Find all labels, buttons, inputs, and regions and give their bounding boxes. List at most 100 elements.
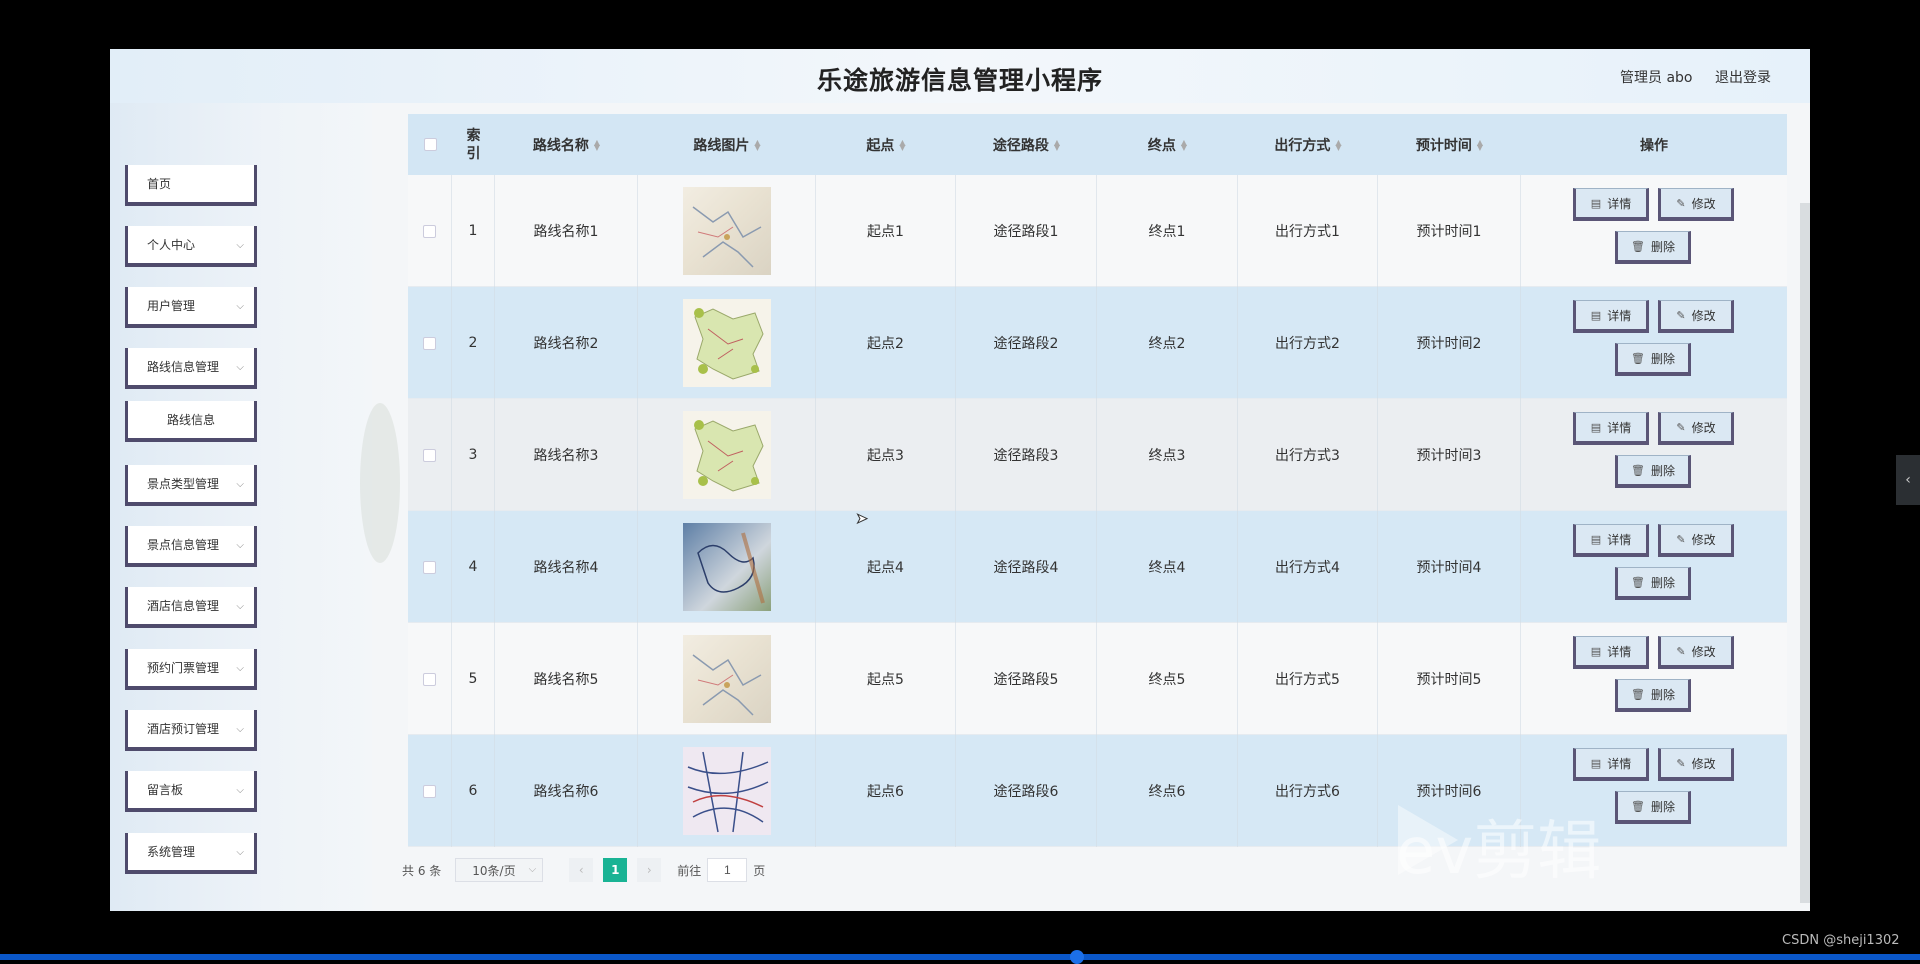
detail-button[interactable]: ▤ 详情 xyxy=(1573,748,1649,781)
delete-button[interactable]: 🗑 删除 xyxy=(1615,567,1691,600)
document-icon: ▤ xyxy=(1590,756,1602,770)
table-header: 索引 路线名称 ▲ ▼ 路线图片 ▲ ▼ 起点 ▲ ▼ 途径路段 ▲ ▼ 终点 ▲ ▼ 出行方式 ▲ ▼… xyxy=(408,114,1787,175)
route-map-thumbnail[interactable] xyxy=(682,635,771,723)
row-checkbox[interactable] xyxy=(423,224,436,238)
chevron-down-icon: ⌵ xyxy=(236,601,244,612)
row-checkbox[interactable] xyxy=(423,448,436,462)
pencil-icon: ✎ xyxy=(1676,420,1686,434)
row-checkbox[interactable] xyxy=(423,560,436,574)
progress-handle[interactable] xyxy=(1070,950,1084,964)
sidebar-item-scenic-types[interactable]: 景点类型管理 ⌵ xyxy=(125,465,257,506)
column-header[interactable]: 出行方式 ▲ ▼ xyxy=(1238,114,1378,175)
sidebar-item-label: 酒店信息管理 xyxy=(147,599,220,613)
delete-button[interactable]: 🗑 删除 xyxy=(1615,791,1691,824)
via-cell: 途径路段2 xyxy=(956,287,1097,399)
delete-button[interactable]: 🗑 删除 xyxy=(1615,231,1691,264)
row-select-cell xyxy=(408,735,452,847)
sort-icon[interactable]: ▲ ▼ xyxy=(594,138,600,151)
sidebar-item-hotel-booking[interactable]: 酒店预订管理 ⌵ xyxy=(125,710,257,751)
goto-page-input[interactable] xyxy=(707,858,748,882)
chevron-down-icon: ⌵ xyxy=(236,240,244,251)
time-cell: 预计时间4 xyxy=(1378,511,1521,623)
delete-button[interactable]: 🗑 删除 xyxy=(1615,455,1691,488)
credit-watermark: CSDN @sheji1302 xyxy=(1782,933,1900,948)
edit-button[interactable]: ✎ 修改 xyxy=(1658,188,1734,221)
detail-button[interactable]: ▤ 详情 xyxy=(1573,636,1649,669)
page-number-current[interactable]: 1 xyxy=(603,858,628,882)
sort-icon[interactable]: ▲ ▼ xyxy=(1181,138,1187,151)
mode-cell: 出行方式5 xyxy=(1238,623,1378,735)
video-progress-bar[interactable] xyxy=(0,954,1920,960)
detail-button[interactable]: ▤ 详情 xyxy=(1573,524,1649,557)
table-row: 2 路线名称2 起点2 途径路段2 终点2 出行方式2 预计时间2 ▤ 详情 ✎ 修… xyxy=(408,287,1787,399)
column-header: 索引 xyxy=(452,114,495,175)
select-all-checkbox[interactable] xyxy=(423,138,437,151)
table-row: 4 路线名称4 起点4 途径路段4 终点4 出行方式4 预计时间4 ▤ 详情 ✎ 修… xyxy=(408,511,1787,623)
row-select-cell xyxy=(408,287,452,399)
next-page-button[interactable]: › xyxy=(637,858,662,882)
detail-button[interactable]: ▤ 详情 xyxy=(1573,188,1649,221)
sidebar-item-ticket-booking[interactable]: 预约门票管理 ⌵ xyxy=(125,649,257,690)
edit-button[interactable]: ✎ 修改 xyxy=(1658,636,1734,669)
sort-icon[interactable]: ▲ ▼ xyxy=(899,138,905,151)
sort-icon[interactable]: ▲ ▼ xyxy=(1335,138,1341,151)
sidebar-item-users[interactable]: 用户管理 ⌵ xyxy=(125,287,257,328)
delete-button[interactable]: 🗑 删除 xyxy=(1615,679,1691,712)
route-image-cell xyxy=(638,287,816,399)
mouse-cursor-icon: ➤ xyxy=(856,511,869,528)
sort-icon[interactable]: ▲ ▼ xyxy=(1054,138,1060,151)
sidebar-item-label: 路线信息 xyxy=(166,413,215,427)
detail-button[interactable]: ▤ 详情 xyxy=(1573,412,1649,445)
column-header[interactable]: 终点 ▲ ▼ xyxy=(1097,114,1238,175)
delete-button[interactable]: 🗑 删除 xyxy=(1615,343,1691,376)
edit-button[interactable]: ✎ 修改 xyxy=(1658,748,1734,781)
sidebar-item-profile[interactable]: 个人中心 ⌵ xyxy=(125,226,257,267)
route-name-cell: 路线名称6 xyxy=(495,735,638,847)
chevron-down-icon: ⌵ xyxy=(236,301,244,312)
vertical-scrollbar[interactable] xyxy=(1800,203,1810,903)
index-cell: 3 xyxy=(452,399,495,511)
chevron-right-icon: › xyxy=(646,863,652,877)
via-cell: 途径路段6 xyxy=(956,735,1097,847)
column-header[interactable]: 路线名称 ▲ ▼ xyxy=(495,114,638,175)
edit-button[interactable]: ✎ 修改 xyxy=(1658,524,1734,557)
detail-button[interactable]: ▤ 详情 xyxy=(1573,300,1649,333)
column-header-label: 索引 xyxy=(466,127,481,162)
column-header[interactable]: 起点 ▲ ▼ xyxy=(816,114,956,175)
route-map-thumbnail[interactable] xyxy=(682,299,771,387)
row-checkbox[interactable] xyxy=(423,336,436,350)
page-size-select[interactable]: 10条/页 ⌵ xyxy=(455,858,544,882)
trash-icon: 🗑 xyxy=(1631,239,1645,253)
sidebar-subitem-route-info[interactable]: 路线信息 xyxy=(125,401,257,442)
row-checkbox[interactable] xyxy=(423,784,436,798)
column-header-label: 路线图片 xyxy=(693,137,750,154)
logout-link[interactable]: 退出登录 xyxy=(1715,67,1771,87)
column-header-label: 出行方式 xyxy=(1274,137,1331,154)
edit-button[interactable]: ✎ 修改 xyxy=(1658,300,1734,333)
sidebar-item-routes[interactable]: 路线信息管理 ⌵ xyxy=(125,348,257,389)
column-header[interactable]: 途径路段 ▲ ▼ xyxy=(956,114,1097,175)
route-map-thumbnail[interactable] xyxy=(682,523,771,611)
sidebar-item-hotel-info[interactable]: 酒店信息管理 ⌵ xyxy=(125,587,257,628)
row-checkbox[interactable] xyxy=(423,672,436,686)
sidebar-item-system[interactable]: 系统管理 ⌵ xyxy=(125,833,257,874)
sort-icon[interactable]: ▲ ▼ xyxy=(1477,138,1483,151)
sidebar-item-message-board[interactable]: 留言板 ⌵ xyxy=(125,771,257,812)
sidebar-item-scenic-info[interactable]: 景点信息管理 ⌵ xyxy=(125,526,257,567)
route-map-thumbnail[interactable] xyxy=(682,187,771,275)
sort-icon[interactable]: ▲ ▼ xyxy=(754,138,760,151)
chevron-left-icon[interactable]: ‹ xyxy=(1896,455,1920,505)
pencil-icon: ✎ xyxy=(1676,532,1686,546)
route-map-thumbnail[interactable] xyxy=(682,411,771,499)
route-map-thumbnail[interactable] xyxy=(682,747,771,835)
column-header-label: 终点 xyxy=(1147,137,1176,154)
delete-label: 删除 xyxy=(1650,463,1675,478)
column-header[interactable]: 路线图片 ▲ ▼ xyxy=(638,114,816,175)
prev-page-button[interactable]: ‹ xyxy=(569,858,594,882)
sidebar-item-home[interactable]: 首页 xyxy=(125,165,257,206)
column-header[interactable]: 预计时间 ▲ ▼ xyxy=(1378,114,1521,175)
start-cell: 起点5 xyxy=(816,623,956,735)
delete-label: 删除 xyxy=(1650,575,1675,590)
chevron-down-icon: ⌵ xyxy=(236,362,244,373)
edit-button[interactable]: ✎ 修改 xyxy=(1658,412,1734,445)
